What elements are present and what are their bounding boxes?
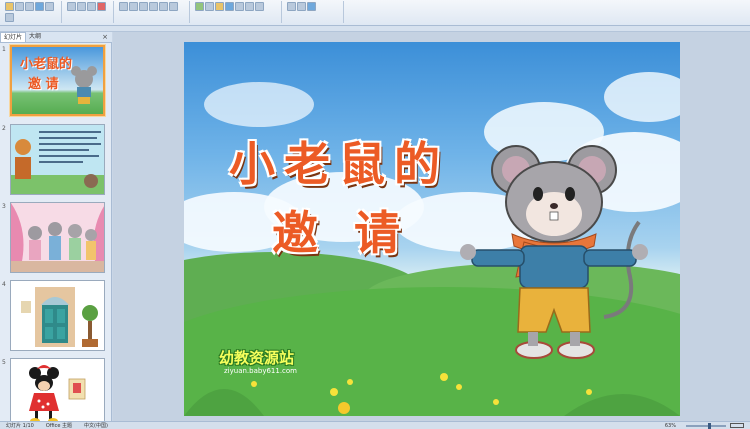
slide-number: 3 [2, 203, 6, 210]
arrange-icon[interactable] [205, 2, 214, 11]
zoom-controls: 63% [659, 422, 750, 429]
title-char[interactable]: 老 [284, 128, 330, 194]
status-language: 中文(中国) [84, 423, 108, 429]
font-color-icon[interactable] [97, 2, 106, 11]
slide-number: 5 [2, 359, 6, 366]
thumb-title-line2: 邀 请 [28, 77, 59, 92]
help-icon[interactable] [307, 2, 316, 11]
status-bar: 幻灯片 1/10 Office 主题 中文(中国) 63% [0, 421, 750, 429]
status-theme: Office 主题 [45, 423, 73, 429]
slide-thumbnail-3[interactable] [10, 202, 105, 273]
zoom-slider-knob[interactable] [708, 422, 711, 429]
underline-icon[interactable] [87, 2, 96, 11]
paste-icon[interactable] [5, 2, 14, 11]
slide-thumbnail-4[interactable] [10, 280, 105, 351]
copy-icon[interactable] [25, 2, 34, 11]
title-char[interactable]: 邀 [272, 197, 318, 263]
layout-icon[interactable] [255, 2, 264, 11]
drawing-group [192, 1, 282, 23]
bold-icon[interactable] [67, 2, 76, 11]
align-left-icon[interactable] [119, 2, 128, 11]
slide-number: 4 [2, 281, 6, 288]
bullets-icon[interactable] [149, 2, 158, 11]
title-char[interactable]: 小 [229, 128, 275, 194]
title-char[interactable]: 鼠 [339, 128, 385, 194]
find-icon[interactable] [287, 2, 296, 11]
new-slide-icon[interactable] [245, 2, 254, 11]
editing-group [284, 1, 344, 23]
slide-panel: 幻灯片 大纲 × 1 小老鼠的 邀 请 2 3 4 5 [0, 32, 112, 429]
slide-number: 1 [2, 46, 6, 53]
thumbnail-3-art [11, 203, 104, 272]
status-slide-info: 幻灯片 1/10 [6, 423, 34, 429]
logo-url: ziyuan.baby611.com [224, 367, 298, 375]
clipboard-group [2, 1, 62, 23]
line-color-icon[interactable] [225, 2, 234, 11]
logo-text: 幼教资源站 [219, 349, 295, 367]
shape-icon[interactable] [195, 2, 204, 11]
format-painter-icon[interactable] [35, 2, 44, 11]
slide-canvas[interactable]: 小 老 鼠 的 邀 请 幼教资源站 ziyuan.baby611.com [184, 42, 680, 416]
tab-slides[interactable]: 幻灯片 [0, 32, 27, 42]
replace-icon[interactable] [297, 2, 306, 11]
numbering-icon[interactable] [159, 2, 168, 11]
indent-icon[interactable] [169, 2, 178, 11]
fit-window-icon[interactable] [730, 423, 744, 428]
title-char[interactable]: 的 [394, 128, 440, 194]
redo-icon[interactable] [5, 12, 14, 22]
ribbon-toolbar [0, 0, 750, 26]
cut-icon[interactable] [15, 2, 24, 11]
slide-thumbnail-5[interactable] [10, 358, 105, 429]
effects-icon[interactable] [235, 2, 244, 11]
fill-color-icon[interactable] [215, 2, 224, 11]
paragraph-group [116, 1, 190, 23]
thumbnail-2-art [11, 125, 104, 194]
thumb-title-line1: 小老鼠的 [20, 57, 73, 72]
slide-number: 2 [2, 125, 6, 132]
thumbnail-4-art [11, 281, 104, 350]
close-icon[interactable]: × [102, 33, 108, 41]
slide-thumbnail-2[interactable] [10, 124, 105, 195]
align-right-icon[interactable] [139, 2, 148, 11]
zoom-slider[interactable] [686, 422, 726, 429]
slide-thumbnail-1[interactable]: 小老鼠的 邀 请 [10, 45, 105, 116]
title-char[interactable]: 请 [354, 197, 400, 263]
zoom-level: 63% [664, 422, 676, 429]
mouse-illustration [460, 145, 648, 359]
panel-tabs: 幻灯片 大纲 × [0, 32, 112, 43]
align-center-icon[interactable] [129, 2, 138, 11]
italic-icon[interactable] [77, 2, 86, 11]
undo-icon[interactable] [45, 2, 54, 11]
font-group [64, 1, 114, 23]
tab-outline[interactable]: 大纲 [26, 32, 44, 42]
thumbnail-5-art [11, 359, 104, 428]
